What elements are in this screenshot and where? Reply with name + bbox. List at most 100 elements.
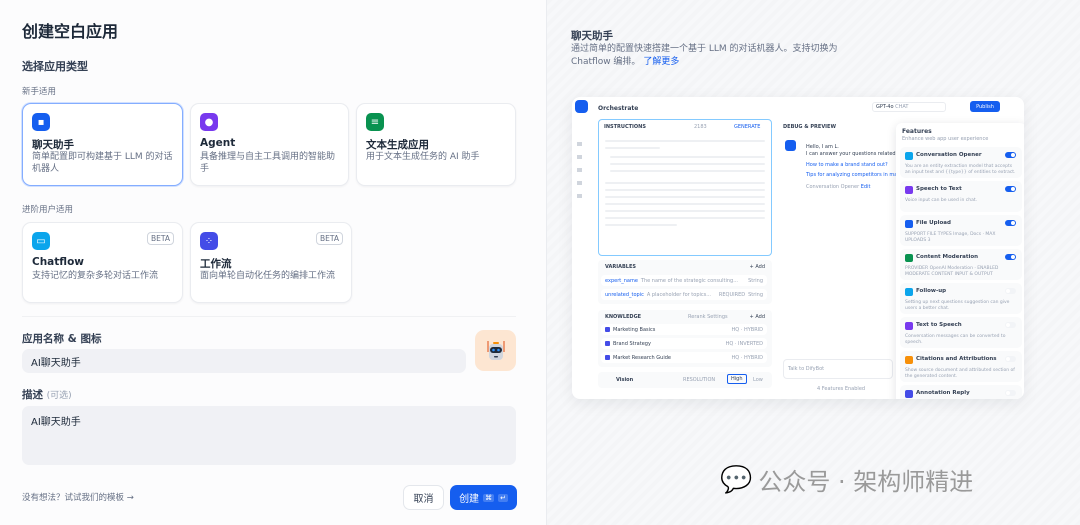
card-desc: 用于文本生成任务的 AI 助手	[366, 152, 480, 162]
doc-name: Market Research Guide	[613, 354, 671, 361]
advanced-label: 进阶用户适用	[22, 205, 74, 215]
arrow-right-icon: →	[126, 493, 134, 503]
chat-input: Talk to DifyBot	[783, 359, 893, 379]
variables-label: VARIABLES	[605, 264, 636, 270]
suggested-question: Tips for analyzing competitors in market	[806, 172, 896, 178]
try-templates-link[interactable]: 没有想法？试试我们的模板 →	[22, 491, 134, 503]
workflow-icon: ⁘	[200, 232, 218, 250]
divider	[22, 316, 516, 317]
feature-item: Annotation Reply	[900, 385, 1022, 399]
info-desc-text: 通过简单的配置快速搭建一个基于 LLM 的对话机器人。支持切换为 Chatflo…	[571, 44, 838, 67]
features-enabled: 4 Features Enabled	[817, 386, 866, 392]
cancel-button[interactable]: 取消	[403, 485, 444, 510]
create-app-form: 创建空白应用 选择应用类型 新手适用 ▪ 聊天助手 简单配置即可构建基于 LLM…	[0, 0, 546, 525]
app-preview-image: Orchestrate GPT-4o CHAT Publish INSTRUCT…	[572, 97, 1024, 399]
doc-tag: HQ · INVERTED	[725, 340, 763, 347]
feature-toggle	[1005, 288, 1016, 294]
feature-desc: PROVIDER OpenAI Moderation · ENABLED MOD…	[905, 266, 999, 277]
feature-desc: Conversation messages can be converted t…	[905, 334, 1006, 345]
app-type-chatflow[interactable]: ▭ BETA Chatflow 支持记忆的复杂多轮对话工作流	[22, 222, 183, 303]
vision-label: Vision	[616, 377, 634, 383]
feature-icon	[905, 186, 913, 194]
bot-logo-icon	[575, 100, 588, 113]
generate-label: GENERATE	[734, 124, 761, 130]
description-label: 描述 (可选)	[22, 387, 72, 402]
knowledge-label: KNOWLEDGE	[605, 314, 642, 320]
feature-icon	[905, 254, 913, 262]
dialog-title: 创建空白应用	[22, 22, 119, 41]
watermark-text: 公众号 · 架构师精进	[758, 468, 974, 496]
enter-key-icon: ↵	[498, 493, 508, 502]
app-name-input[interactable]	[22, 349, 466, 373]
opener-label: Conversation Opener	[806, 184, 860, 190]
char-count: 2183	[694, 124, 707, 130]
debug-preview-label: DEBUG & PREVIEW	[783, 124, 836, 130]
features-panel: Features Enhance web app user experience…	[896, 123, 1024, 399]
feature-desc: You are an entity extraction model that …	[905, 164, 1016, 175]
app-type-chat-assistant[interactable]: ▪ 聊天助手 简单配置即可构建基于 LLM 的对话机器人	[22, 103, 183, 186]
feature-desc: Show source document and attributed sect…	[905, 368, 1015, 379]
watermark: 💬 公众号 · 架构师精进	[720, 462, 973, 497]
card-desc: 简单配置即可构建基于 LLM 的对话机器人	[32, 152, 173, 174]
feature-toggle	[1005, 220, 1016, 226]
feature-item: Content Moderation PROVIDER OpenAI Modera…	[900, 249, 1022, 280]
orchestrate-title: Orchestrate	[598, 105, 639, 112]
model-name: GPT-4o	[876, 104, 894, 110]
feature-name: Conversation Opener	[916, 152, 982, 158]
app-icon-picker[interactable]	[475, 330, 516, 371]
beta-badge: BETA	[146, 232, 174, 245]
variables-section: VARIABLES + Add expert_name The name of t…	[598, 260, 772, 304]
var-desc: The name of the strategic consulting...	[640, 277, 738, 284]
feature-icon	[905, 390, 913, 398]
card-title: 工作流	[200, 258, 232, 270]
rerank-settings: Rerank Settings	[688, 314, 728, 320]
var-name: unrelated_topic	[605, 291, 644, 298]
create-button[interactable]: 创建 ⌘ ↵	[450, 485, 517, 510]
vision-section: Vision RESOLUTION High Low	[598, 372, 772, 388]
var-required: REQUIRED	[718, 291, 746, 298]
beta-badge: BETA	[315, 232, 343, 245]
beginner-label: 新手适用	[22, 87, 57, 97]
description-textarea[interactable]: AI聊天助手	[22, 406, 516, 465]
features-subtitle: Enhance web app user experience	[902, 136, 989, 142]
feature-name: Text to Speech	[916, 322, 962, 328]
feature-toggle	[1005, 152, 1016, 158]
optional-hint: (可选)	[46, 391, 72, 401]
app-type-agent[interactable]: ● Agent 具备推理与自主工具调用的智能助手	[190, 103, 349, 186]
feature-toggle	[1005, 322, 1016, 328]
doc-tag: HQ · HYBRID	[731, 354, 763, 361]
app-type-text-generator[interactable]: ≡ 文本生成应用 用于文本生成任务的 AI 助手	[356, 103, 516, 186]
high-option: High	[727, 374, 747, 384]
chat-bot-icon: ▪	[32, 113, 50, 131]
greeting-line: I can answer your questions related	[806, 151, 896, 157]
feature-toggle	[1005, 186, 1016, 192]
info-description: 通过简单的配置快速搭建一个基于 LLM 的对话机器人。支持切换为 Chatflo…	[571, 43, 861, 69]
add-knowledge: Add	[755, 314, 765, 320]
feature-name: Annotation Reply	[916, 390, 970, 396]
learn-more-link[interactable]: 了解更多	[643, 57, 679, 67]
feature-icon	[905, 288, 913, 296]
wechat-icon: 💬	[720, 464, 753, 495]
card-title: 文本生成应用	[366, 139, 429, 151]
feature-icon	[905, 356, 913, 364]
doc-name: Marketing Basics	[613, 326, 656, 333]
try-templates-text: 没有想法？试试我们的模板	[22, 493, 125, 503]
feature-toggle	[1005, 390, 1016, 396]
chatflow-icon: ▭	[32, 232, 50, 250]
app-type-workflow[interactable]: ⁘ BETA 工作流 面向单轮自动化任务的编排工作流	[190, 222, 352, 303]
publish-button: Publish	[970, 101, 1000, 112]
resolution-label: RESOLUTION	[683, 377, 716, 383]
model-tag: CHAT	[895, 104, 909, 110]
feature-item: Speech to Text Voice input can be used in…	[900, 181, 1022, 212]
feature-name: File Upload	[916, 220, 951, 226]
feature-name: Speech to Text	[916, 186, 962, 192]
text-generator-icon: ≡	[366, 113, 384, 131]
feature-icon	[905, 152, 913, 160]
card-desc: 具备推理与自主工具调用的智能助手	[200, 152, 336, 174]
robot-icon	[487, 340, 504, 360]
app-type-heading: 选择应用类型	[22, 60, 88, 73]
feature-item: File Upload SUPPORT FILE TYPES Image, Doc…	[900, 215, 1022, 246]
edit-link: Edit	[860, 184, 871, 190]
feature-icon	[905, 322, 913, 330]
feature-name: Citations and Attributions	[916, 356, 997, 362]
